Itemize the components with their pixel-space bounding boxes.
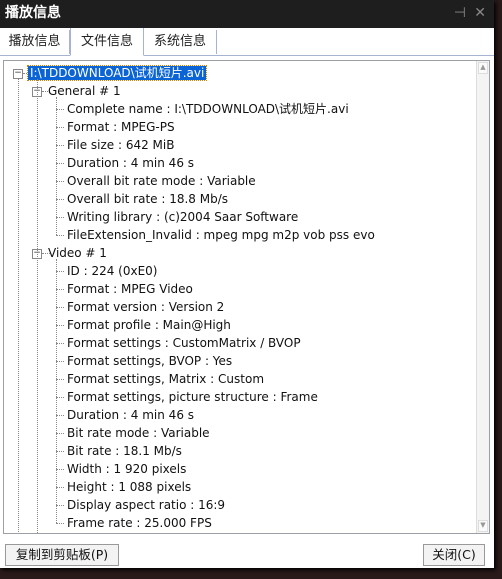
tree-line [56,271,64,272]
tree-leaf-item[interactable]: Duration : 4 min 46 s [67,154,194,172]
scroll-up-icon[interactable]: ▲ [478,62,488,74]
root-label: I:\TDDOWNLOAD\试机短片.avi [26,65,208,81]
tree-line [56,145,64,146]
tree-leaf-item[interactable]: Complete name : I:\TDDOWNLOAD\试机短片.avi [67,100,349,118]
tree-leaf-item[interactable]: File size : 642 MiB [67,136,174,154]
tab-file-info[interactable]: 文件信息 [70,28,144,56]
tree-line [56,451,64,452]
tree-leaf-item[interactable]: Overall bit rate mode : Variable [67,172,256,190]
tree-leaf-item[interactable]: Display aspect ratio : 16:9 [67,496,225,514]
tree-line [56,307,64,308]
tree-line [56,469,64,470]
tree-leaf-item[interactable]: Frame rate : 25.000 FPS [67,514,212,532]
pin-icon[interactable]: ⊣ [454,4,466,22]
tree-line [56,235,64,236]
tree-leaf-item[interactable]: Format version : Version 2 [67,298,224,316]
scrollbar[interactable]: ▲ ▼ [476,61,489,533]
info-tree[interactable]: ▲ ▼ − I:\TDDOWNLOAD\试机短片.avi − General # 1C… [3,60,490,534]
tree-line [56,199,64,200]
tree-line [56,523,64,524]
tree-line [56,397,64,398]
copy-to-clipboard-button[interactable]: 复制到剪贴板(P) [5,544,119,566]
tree-leaf-item[interactable]: Format profile : Main@High [67,316,231,334]
title-bar: 播放信息 ⊣ ✕ [0,0,494,28]
close-button[interactable]: 关闭(C) [423,544,485,566]
tree-line [18,79,19,533]
tree-line [56,379,64,380]
tree-leaf-item[interactable]: Duration : 4 min 46 s [67,406,194,424]
tree-line [37,79,38,533]
collapse-root-icon[interactable]: − [13,69,23,79]
tree-leaf-item[interactable]: ID : 224 (0xE0) [67,262,158,280]
tree-leaf-item[interactable]: Format settings, BVOP : Yes [67,352,232,370]
tree-leaf-item[interactable]: Format settings : CustomMatrix / BVOP [67,334,301,352]
tree-line [56,361,64,362]
tree-line [56,97,57,235]
tree-leaf-item[interactable]: Format : MPEG Video [67,280,193,298]
tree-leaf-item[interactable]: Format : MPEG-PS [67,118,175,136]
tree-leaf-item[interactable]: Width : 1 920 pixels [67,460,186,478]
tree-leaf-item[interactable]: Overall bit rate : 18.8 Mb/s [67,190,228,208]
tree-leaf-item[interactable]: Writing library : (c)2004 Saar Software [67,208,298,226]
tree-leaf-item[interactable]: Bit rate mode : Variable [67,424,210,442]
tree-line [56,487,64,488]
tree-line [56,181,64,182]
tree-line [56,415,64,416]
tree-line [56,163,64,164]
tab-bar: 播放信息 文件信息 系统信息 [0,28,494,56]
tree-line [56,217,64,218]
media-info-window: 播放信息 ⊣ ✕ 播放信息 文件信息 系统信息 ▲ ▼ − I:\TDDOWNLO… [0,0,494,568]
tree-root-item[interactable]: I:\TDDOWNLOAD\试机短片.avi [26,64,208,82]
scroll-down-icon[interactable]: ▼ [478,520,488,532]
tab-playback-info[interactable]: 播放信息 [0,30,70,54]
window-title: 播放信息 [5,5,61,21]
tree-leaf-item[interactable]: FileExtension_Invalid : mpeg mpg m2p vob… [67,226,375,244]
tree-section-general[interactable]: General # 1 [48,82,121,100]
tree-line [56,505,64,506]
tree-line [56,259,57,523]
tree-line [56,127,64,128]
tree-line [56,343,64,344]
tree-line [56,109,64,110]
tab-system-info[interactable]: 系统信息 [144,30,217,54]
tree-line [56,289,64,290]
tree-leaf-item[interactable]: Height : 1 088 pixels [67,478,191,496]
tree-line [56,325,64,326]
tree-line [56,433,64,434]
tree-leaf-item[interactable]: Bit rate : 18.1 Mb/s [67,442,182,460]
tree-leaf-item[interactable]: Format settings, Matrix : Custom [67,370,264,388]
close-icon[interactable]: ✕ [474,4,486,22]
tree-leaf-item[interactable]: Format settings, picture structure : Fra… [67,388,318,406]
